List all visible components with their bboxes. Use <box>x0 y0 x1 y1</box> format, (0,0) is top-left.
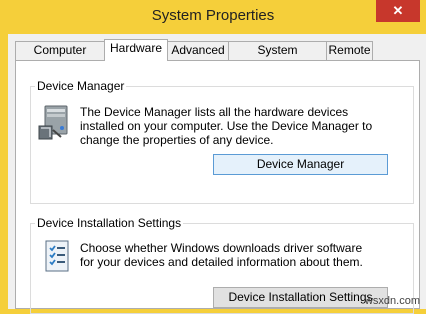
device-manager-icon <box>37 104 71 143</box>
tab-computer-name[interactable]: Computer Name <box>15 41 105 74</box>
close-button[interactable]: ✕ <box>376 0 420 22</box>
tab-strip: Computer Name Hardware Advanced System P… <box>15 39 426 74</box>
device-installation-group-label: Device Installation Settings <box>35 216 184 230</box>
watermark: wsxdn.com <box>364 295 420 307</box>
tab-hardware[interactable]: Hardware <box>104 39 168 61</box>
device-installation-description: Choose whether Windows downloads driver … <box>80 241 363 269</box>
tab-remote[interactable]: Remote <box>326 41 373 60</box>
device-manager-description: The Device Manager lists all the hardwar… <box>80 105 373 147</box>
checklist-icon <box>42 240 72 275</box>
close-icon: ✕ <box>392 3 404 18</box>
tab-advanced[interactable]: Advanced <box>167 41 229 60</box>
title-bar[interactable]: System Properties ✕ <box>0 0 426 34</box>
device-manager-button[interactable]: Device Manager <box>213 154 388 175</box>
dialog-client: Computer Name Hardware Advanced System P… <box>8 34 426 314</box>
window-title: System Properties <box>151 7 275 24</box>
tab-system-protection[interactable]: System Protection <box>228 41 327 74</box>
device-installation-settings-button[interactable]: Device Installation Settings <box>213 287 388 308</box>
device-manager-group-label: Device Manager <box>35 79 127 93</box>
hardware-tab-panel: Device Manager The Device Manager lists … <box>15 60 420 314</box>
